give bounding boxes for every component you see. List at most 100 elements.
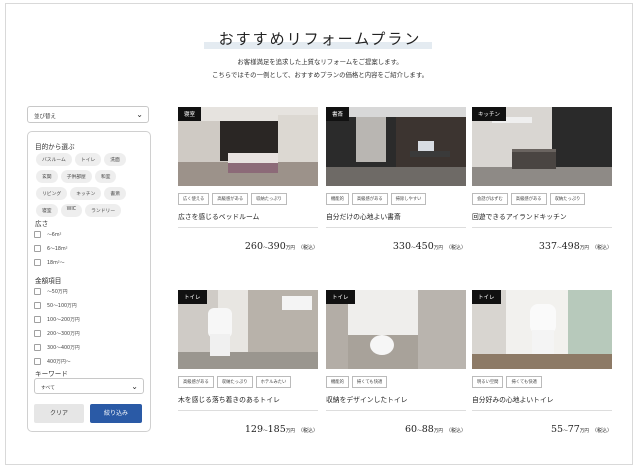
tax-label: （税込） (591, 428, 612, 434)
option-label: 200〜300万円 (47, 332, 80, 337)
page-title: おすすめリフォームプラン (218, 30, 422, 48)
sort-select[interactable]: 並び替え ⌄ (27, 106, 149, 123)
tax-label: （税込） (591, 245, 612, 251)
option-label: 400万円〜 (47, 360, 71, 365)
price-min: 60 (404, 424, 418, 435)
plan-card[interactable]: トイレ 明るい空間 掃くても快適 自分好みの心地よいトイレ 55〜77万円 （税込… (472, 290, 612, 436)
tax-label: （税込） (297, 245, 318, 251)
price-max: 185 (267, 424, 286, 435)
feature-tags: 機能的 掃くても快適 (326, 376, 466, 388)
filter-panel: 目的から選ぶ バスルーム トイレ 洗面 玄関 子供部屋 和室 リビング キッチン… (27, 131, 151, 432)
plan-card[interactable]: キッチン 会話がはずむ 高級感がある 収納たっぷり 回遊できるアイランドキッチン… (472, 107, 612, 253)
price-min: 260 (244, 241, 264, 252)
tag-bathroom[interactable]: バスルーム (36, 153, 72, 166)
feature-tag: 収納たっぷり (251, 193, 287, 205)
price-min: 129 (244, 424, 264, 435)
filter-button[interactable]: 絞り込み (90, 404, 142, 423)
plan-price: 260〜390万円 （税込） (178, 234, 318, 253)
feature-tags: 広く使える 高級感がある 収納たっぷり (178, 193, 318, 205)
price-min: 55 (550, 424, 564, 435)
tax-label: （税込） (445, 245, 466, 251)
plan-title[interactable]: 木を感じる落ち着きのあるトイレ (178, 394, 318, 411)
plan-card[interactable]: 書斎 機能的 高級感がある 掃除しやすい 自分だけの心地よい書斎 330〜450… (326, 107, 466, 253)
feature-tag: 収納たっぷり (216, 376, 253, 388)
feature-tag: 会話がはずむ (472, 193, 508, 205)
plan-photo: トイレ (178, 290, 318, 369)
tag-japanese-room[interactable]: 和室 (94, 170, 117, 183)
category-badge: キッチン (472, 107, 507, 121)
feature-tag: 収納たっぷり (549, 193, 586, 205)
category-badge: トイレ (178, 290, 207, 304)
keyword-select[interactable]: すべて ⌄ (34, 378, 144, 394)
checkbox[interactable] (34, 358, 41, 365)
tag-living[interactable]: リビング (36, 187, 68, 200)
checkbox[interactable] (34, 344, 41, 351)
plan-price: 330〜450万円 （税込） (326, 234, 466, 253)
plan-card[interactable]: トイレ 機能的 掃くても快適 収納をデザインしたトイレ 60〜88万円 （税込） (326, 290, 466, 436)
price-unit: 万円 (285, 429, 295, 434)
feature-tag: 掃くても快適 (506, 376, 542, 388)
checkbox[interactable] (34, 245, 41, 252)
tag-study[interactable]: 書斎 (104, 187, 127, 200)
plan-price: 129〜185万円 （税込） (178, 417, 318, 436)
tax-label: （税込） (445, 428, 466, 434)
plan-photo: 書斎 (326, 107, 466, 186)
intro-line-1: お客様満足を追求した上質なリフォームをご提案します。 (237, 58, 403, 66)
price-unit: 万円 (433, 429, 443, 434)
keyword-title: キーワード (35, 370, 68, 378)
feature-tag: 高級感がある (351, 193, 388, 205)
plan-card[interactable]: 寝室 広く使える 高級感がある 収納たっぷり 広さを感じるベッドルーム 260〜… (178, 107, 318, 253)
price-unit: 万円 (579, 246, 589, 251)
price-min: 330 (392, 241, 412, 252)
feature-tag: 掃除しやすい (390, 193, 427, 205)
plan-photo: トイレ (326, 290, 466, 369)
price-max: 498 (561, 241, 580, 252)
tag-washroom[interactable]: 洗面 (104, 153, 126, 166)
plan-title[interactable]: 回遊できるアイランドキッチン (472, 211, 612, 228)
tag-entrance[interactable]: 玄関 (36, 170, 58, 183)
plan-card[interactable]: トイレ 高級感がある 収納たっぷり ホテルみたい 木を感じる落ち着きのあるトイレ… (178, 290, 318, 436)
price-option[interactable]: 50〜100万円 (34, 302, 77, 309)
checkbox[interactable] (34, 316, 41, 323)
option-label: 〜6m² (47, 233, 62, 238)
price-max: 450 (415, 241, 434, 252)
feature-tags: 高級感がある 収納たっぷり ホテルみたい (178, 376, 318, 388)
plan-title[interactable]: 自分だけの心地よい書斎 (326, 211, 466, 228)
intro-text: お客様満足を追求した上質なリフォームをご提案します。 こちらではその一例として、… (140, 56, 500, 82)
tag-kitchen[interactable]: キッチン (70, 187, 102, 200)
checkbox[interactable] (34, 259, 41, 266)
feature-tags: 明るい空間 掃くても快適 (472, 376, 612, 388)
area-option[interactable]: 〜6m² (34, 231, 61, 238)
option-label: 〜50万円 (47, 290, 68, 295)
checkbox[interactable] (34, 302, 41, 309)
area-option[interactable]: 6〜18m² (34, 245, 68, 252)
plan-photo: トイレ (472, 290, 612, 369)
feature-tags: 会話がはずむ 高級感がある 収納たっぷり (472, 193, 612, 205)
checkbox[interactable] (34, 330, 41, 337)
checkbox[interactable] (34, 231, 41, 238)
plan-price: 60〜88万円 （税込） (326, 417, 466, 436)
tag-laundry[interactable]: ランドリー (85, 204, 122, 217)
price-option[interactable]: 300〜400万円 (34, 344, 80, 351)
price-option[interactable]: 400万円〜 (34, 358, 71, 365)
clear-button[interactable]: クリア (34, 404, 84, 423)
tag-kids-room[interactable]: 子供部屋 (60, 170, 92, 183)
tag-toilet[interactable]: トイレ (74, 153, 102, 166)
price-option[interactable]: 200〜300万円 (34, 330, 80, 337)
category-badge: トイレ (326, 290, 355, 304)
checkbox[interactable] (34, 288, 41, 295)
plan-title[interactable]: 広さを感じるベッドルーム (178, 211, 318, 228)
plan-title[interactable]: 自分好みの心地よいトイレ (472, 394, 612, 411)
area-title: 広さ (35, 220, 49, 228)
plan-price: 337〜498万円 （税込） (472, 234, 612, 253)
price-option[interactable]: 100〜200万円 (34, 316, 80, 323)
price-max: 88 (421, 424, 434, 435)
tag-wic[interactable]: WIC (60, 204, 83, 217)
keyword-value: すべて (41, 386, 55, 391)
plan-title[interactable]: 収納をデザインしたトイレ (326, 394, 466, 411)
option-label: 6〜18m² (47, 247, 68, 252)
purpose-title: 目的から選ぶ (35, 143, 75, 151)
area-option[interactable]: 18m²〜 (34, 259, 65, 266)
tag-bedroom[interactable]: 寝室 (36, 204, 58, 217)
price-option[interactable]: 〜50万円 (34, 288, 68, 295)
